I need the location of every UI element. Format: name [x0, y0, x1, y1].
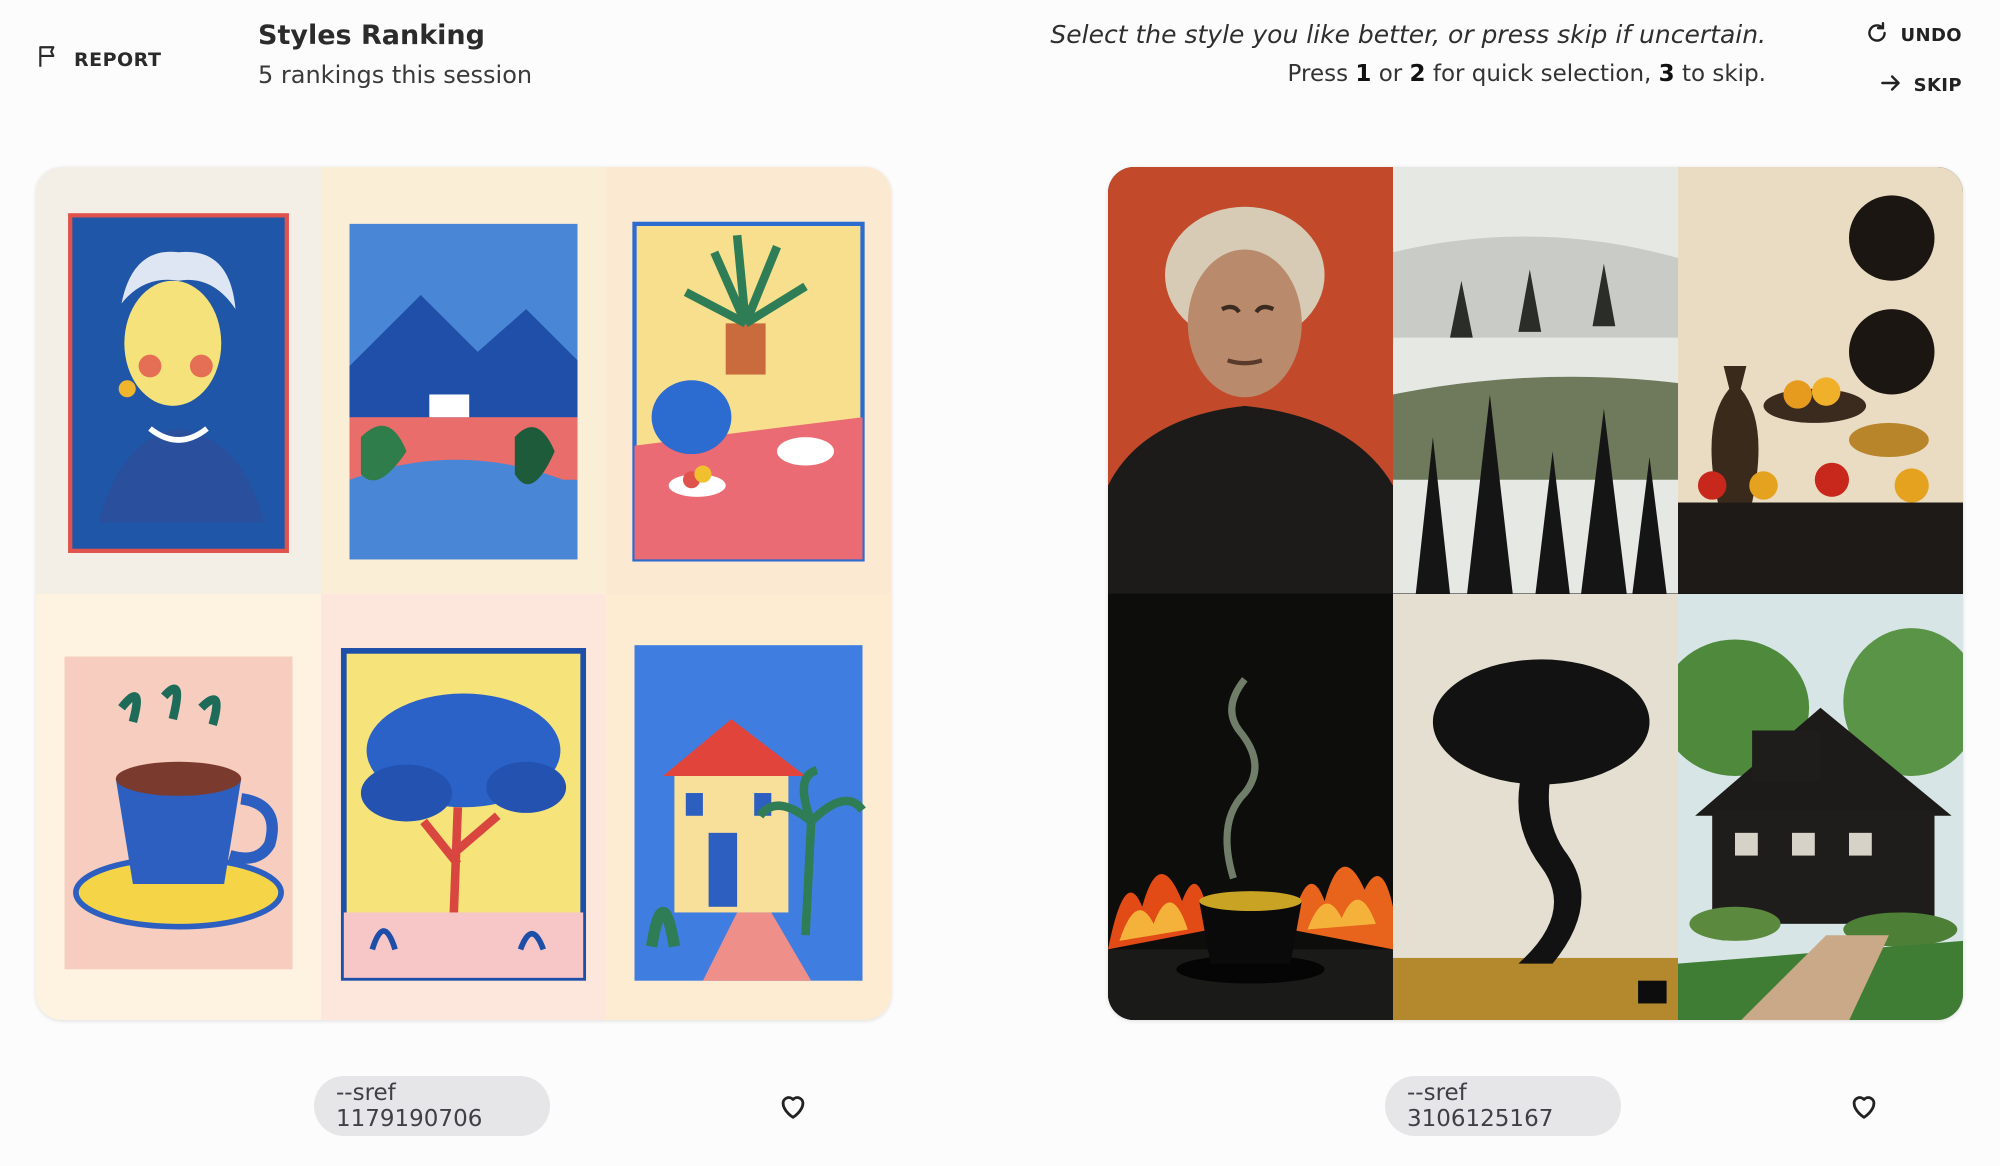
style-1-tile-mountain-landscape — [321, 167, 606, 594]
favorite-option-1-button[interactable] — [776, 1089, 810, 1123]
heart-icon — [1847, 1096, 1881, 1127]
key-1: 1 — [1355, 61, 1372, 87]
undo-label: UNDO — [1900, 25, 1962, 46]
sref-tag-option-1[interactable]: --sref 1179190706 — [314, 1076, 550, 1136]
style-option-2[interactable] — [1108, 167, 1963, 1020]
instr-text-1: Press — [1287, 61, 1356, 87]
style-2-tile-portrait-man — [1108, 167, 1393, 594]
style-2-tile-dark-house — [1678, 593, 1963, 1020]
heart-icon — [776, 1096, 810, 1127]
skip-button[interactable]: SKIP — [1878, 70, 1962, 101]
instructions: Select the style you like better, or pre… — [1050, 20, 1766, 87]
skip-label: SKIP — [1913, 75, 1962, 96]
session-count: 5 rankings this session — [258, 61, 533, 89]
instr-text-3: for quick selection, — [1425, 61, 1659, 87]
arrow-right-icon — [1878, 70, 1904, 101]
rotate-icon — [1864, 20, 1890, 51]
page-title: Styles Ranking — [258, 20, 485, 51]
instr-text-2: or — [1371, 61, 1410, 87]
report-label: REPORT — [74, 48, 162, 71]
key-2: 2 — [1409, 61, 1426, 87]
title-block: Styles Ranking 5 rankings this session — [258, 20, 532, 89]
instruction-line-2: Press 1 or 2 for quick selection, 3 to s… — [1050, 61, 1766, 87]
flag-icon — [36, 44, 62, 75]
style-1-tile-coffee-cup — [36, 593, 321, 1020]
style-1-tile-blue-tree — [321, 593, 606, 1020]
style-1-tile-teapot-still-life — [606, 167, 891, 594]
style-2-tile-misty-forest — [1393, 167, 1678, 594]
instr-text-4: to skip. — [1674, 61, 1766, 87]
style-2-tile-fruit-still-life — [1678, 167, 1963, 594]
favorite-option-2-button[interactable] — [1847, 1089, 1881, 1123]
style-1-tile-villa-with-palms — [606, 593, 891, 1020]
style-option-1[interactable] — [36, 167, 891, 1020]
report-button[interactable]: REPORT — [36, 44, 161, 75]
instruction-line-1: Select the style you like better, or pre… — [1050, 20, 1766, 49]
undo-button[interactable]: UNDO — [1864, 20, 1962, 51]
style-1-tile-portrait-woman — [36, 167, 321, 594]
style-2-tile-tree-silhouette — [1393, 593, 1678, 1020]
style-2-tile-tea-cup-flames — [1108, 593, 1393, 1020]
sref-tag-option-2[interactable]: --sref 3106125167 — [1385, 1076, 1621, 1136]
key-3: 3 — [1658, 61, 1675, 87]
